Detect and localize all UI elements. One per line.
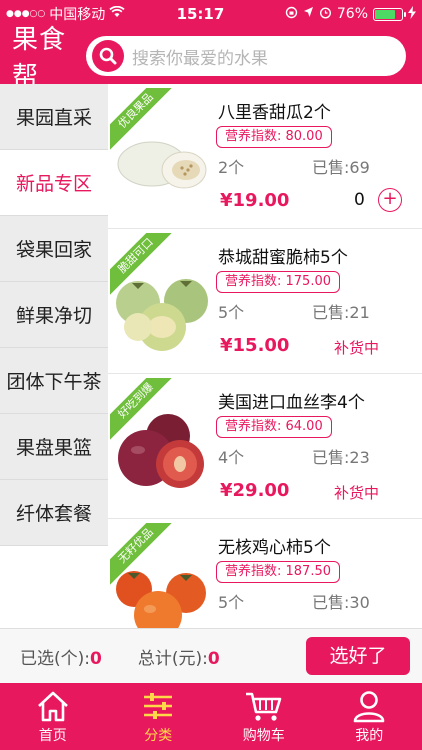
product-image[interactable]: 脆甜可口 bbox=[110, 233, 210, 369]
product-image[interactable]: 无籽优品 bbox=[110, 523, 210, 628]
app-logo: 果食帮 bbox=[12, 25, 67, 92]
product-unit: 4个 bbox=[218, 448, 245, 467]
sidebar-item-bagged[interactable]: 袋果回家 bbox=[0, 216, 108, 282]
selected-label: 已选(个): bbox=[20, 648, 90, 669]
tab-category[interactable]: 分类 bbox=[106, 683, 212, 750]
selected-value: 0 bbox=[90, 648, 102, 669]
category-sidebar: 果园直采 新品专区 袋果回家 鲜果净切 团体下午茶 果盘果篮 纤体套餐 bbox=[0, 84, 108, 546]
tab-cart[interactable]: 购物车 bbox=[211, 683, 317, 750]
product-sold: 已售:69 bbox=[312, 158, 370, 177]
product-price: ¥15.00 bbox=[220, 335, 290, 356]
sidebar-item-label: 纤体套餐 bbox=[15, 503, 92, 525]
restock-status: 补货中 bbox=[334, 339, 380, 357]
confirm-selection-button[interactable]: 选好了 bbox=[306, 637, 410, 675]
product-name[interactable]: 恭城甜蜜脆柿5个 bbox=[218, 243, 348, 268]
tab-label: 我的 bbox=[355, 727, 384, 744]
product-sold: 已售:21 bbox=[312, 303, 370, 322]
tab-label: 购物车 bbox=[242, 727, 285, 744]
product-item[interactable]: 脆甜可口 恭城甜蜜脆柿5个 营养指数: 175.00 5个 已售:21 ¥15.… bbox=[108, 229, 422, 374]
battery-level bbox=[375, 9, 395, 19]
total-amount: 总计(元):0 bbox=[138, 644, 220, 669]
cart-icon bbox=[245, 692, 282, 721]
product-name[interactable]: 无核鸡心柿5个 bbox=[218, 533, 331, 558]
nutrition-badge: 营养指数: 80.00 bbox=[216, 126, 332, 148]
sidebar-item-orchard[interactable]: 果园直采 bbox=[0, 84, 108, 150]
product-item[interactable]: 无籽优品 无核鸡心柿5个 营养指数: 187.50 5个 已售:30 bbox=[108, 519, 422, 628]
sidebar-item-label: 新品专区 bbox=[15, 173, 92, 195]
tab-label: 首页 bbox=[38, 727, 67, 744]
product-item[interactable]: 优良果品 八里香甜瓜2个 营养指数: 80.00 2个 已售:69 ¥19.00… bbox=[108, 84, 422, 229]
nutrition-badge: 营养指数: 187.50 bbox=[216, 561, 340, 583]
nutrition-badge: 营养指数: 64.00 bbox=[216, 416, 332, 438]
sidebar-item-new[interactable]: 新品专区 bbox=[0, 150, 108, 216]
sidebar-item-label: 果园直采 bbox=[15, 107, 92, 129]
sidebar-item-label: 团体下午茶 bbox=[6, 371, 102, 393]
product-sold: 已售:30 bbox=[312, 593, 370, 612]
app-header: 果食帮 搜索你最爱的水果 bbox=[0, 25, 422, 92]
add-to-cart-button[interactable]: + bbox=[378, 188, 402, 212]
tab-profile[interactable]: 我的 bbox=[317, 683, 422, 750]
quantity-value: 0 bbox=[354, 190, 365, 210]
sidebar-item-tea[interactable]: 团体下午茶 bbox=[0, 348, 108, 414]
location-icon bbox=[303, 6, 314, 22]
product-sold: 已售:23 bbox=[312, 448, 370, 467]
tab-label: 分类 bbox=[144, 727, 173, 744]
status-right: 76% bbox=[285, 5, 416, 23]
search-input[interactable]: 搜索你最爱的水果 bbox=[132, 44, 268, 69]
bottom-tab-bar: 首页 分类 购物车 我的 bbox=[0, 683, 422, 750]
product-unit: 5个 bbox=[218, 303, 245, 322]
selected-count: 已选(个):0 bbox=[20, 644, 102, 669]
product-name[interactable]: 美国进口血丝李4个 bbox=[218, 388, 365, 413]
battery-icon bbox=[373, 7, 406, 21]
tab-home[interactable]: 首页 bbox=[0, 683, 106, 750]
sidebar-item-label: 袋果回家 bbox=[15, 239, 92, 261]
search-icon[interactable] bbox=[92, 40, 124, 72]
nutrition-badge: 营养指数: 175.00 bbox=[216, 271, 340, 293]
restock-status: 补货中 bbox=[334, 484, 380, 502]
battery-percent: 76% bbox=[336, 6, 368, 22]
product-image[interactable]: 优良果品 bbox=[110, 88, 210, 224]
rotation-lock-icon bbox=[285, 6, 298, 23]
total-value: 0 bbox=[207, 648, 220, 669]
wifi-icon bbox=[109, 5, 125, 22]
sidebar-item-basket[interactable]: 果盘果篮 bbox=[0, 414, 108, 480]
status-time: 15:17 bbox=[176, 5, 225, 23]
sidebar-item-cut[interactable]: 鲜果净切 bbox=[0, 282, 108, 348]
product-item[interactable]: 好吃到爆 美国进口血丝李4个 营养指数: 64.00 4个 已售:23 ¥29.… bbox=[108, 374, 422, 519]
user-icon bbox=[353, 690, 385, 722]
product-name[interactable]: 八里香甜瓜2个 bbox=[218, 98, 331, 123]
product-image[interactable]: 好吃到爆 bbox=[110, 378, 210, 514]
cart-summary: 已选(个):0 总计(元):0 选好了 bbox=[0, 628, 422, 683]
charging-icon bbox=[408, 5, 416, 23]
search-bar[interactable]: 搜索你最爱的水果 bbox=[86, 36, 406, 76]
product-unit: 2个 bbox=[218, 158, 245, 177]
app-screen: ●●●○○ 中国移动 15:17 76% 果食帮 搜索你最爱的水果 果园直采 新… bbox=[0, 0, 422, 750]
product-price: ¥19.00 bbox=[220, 190, 290, 211]
sidebar-item-label: 鲜果净切 bbox=[15, 305, 92, 327]
home-icon bbox=[37, 691, 68, 721]
sidebar-item-diet[interactable]: 纤体套餐 bbox=[0, 480, 108, 546]
sidebar-item-label: 果盘果篮 bbox=[15, 437, 92, 459]
category-icon bbox=[144, 692, 173, 719]
product-unit: 5个 bbox=[218, 593, 245, 612]
signal-icon: ●●●○○ bbox=[6, 9, 46, 19]
product-price: ¥29.00 bbox=[220, 480, 290, 501]
product-list[interactable]: 优良果品 八里香甜瓜2个 营养指数: 80.00 2个 已售:69 ¥19.00… bbox=[108, 84, 422, 628]
total-label: 总计(元): bbox=[137, 648, 208, 669]
alarm-icon bbox=[319, 6, 332, 23]
